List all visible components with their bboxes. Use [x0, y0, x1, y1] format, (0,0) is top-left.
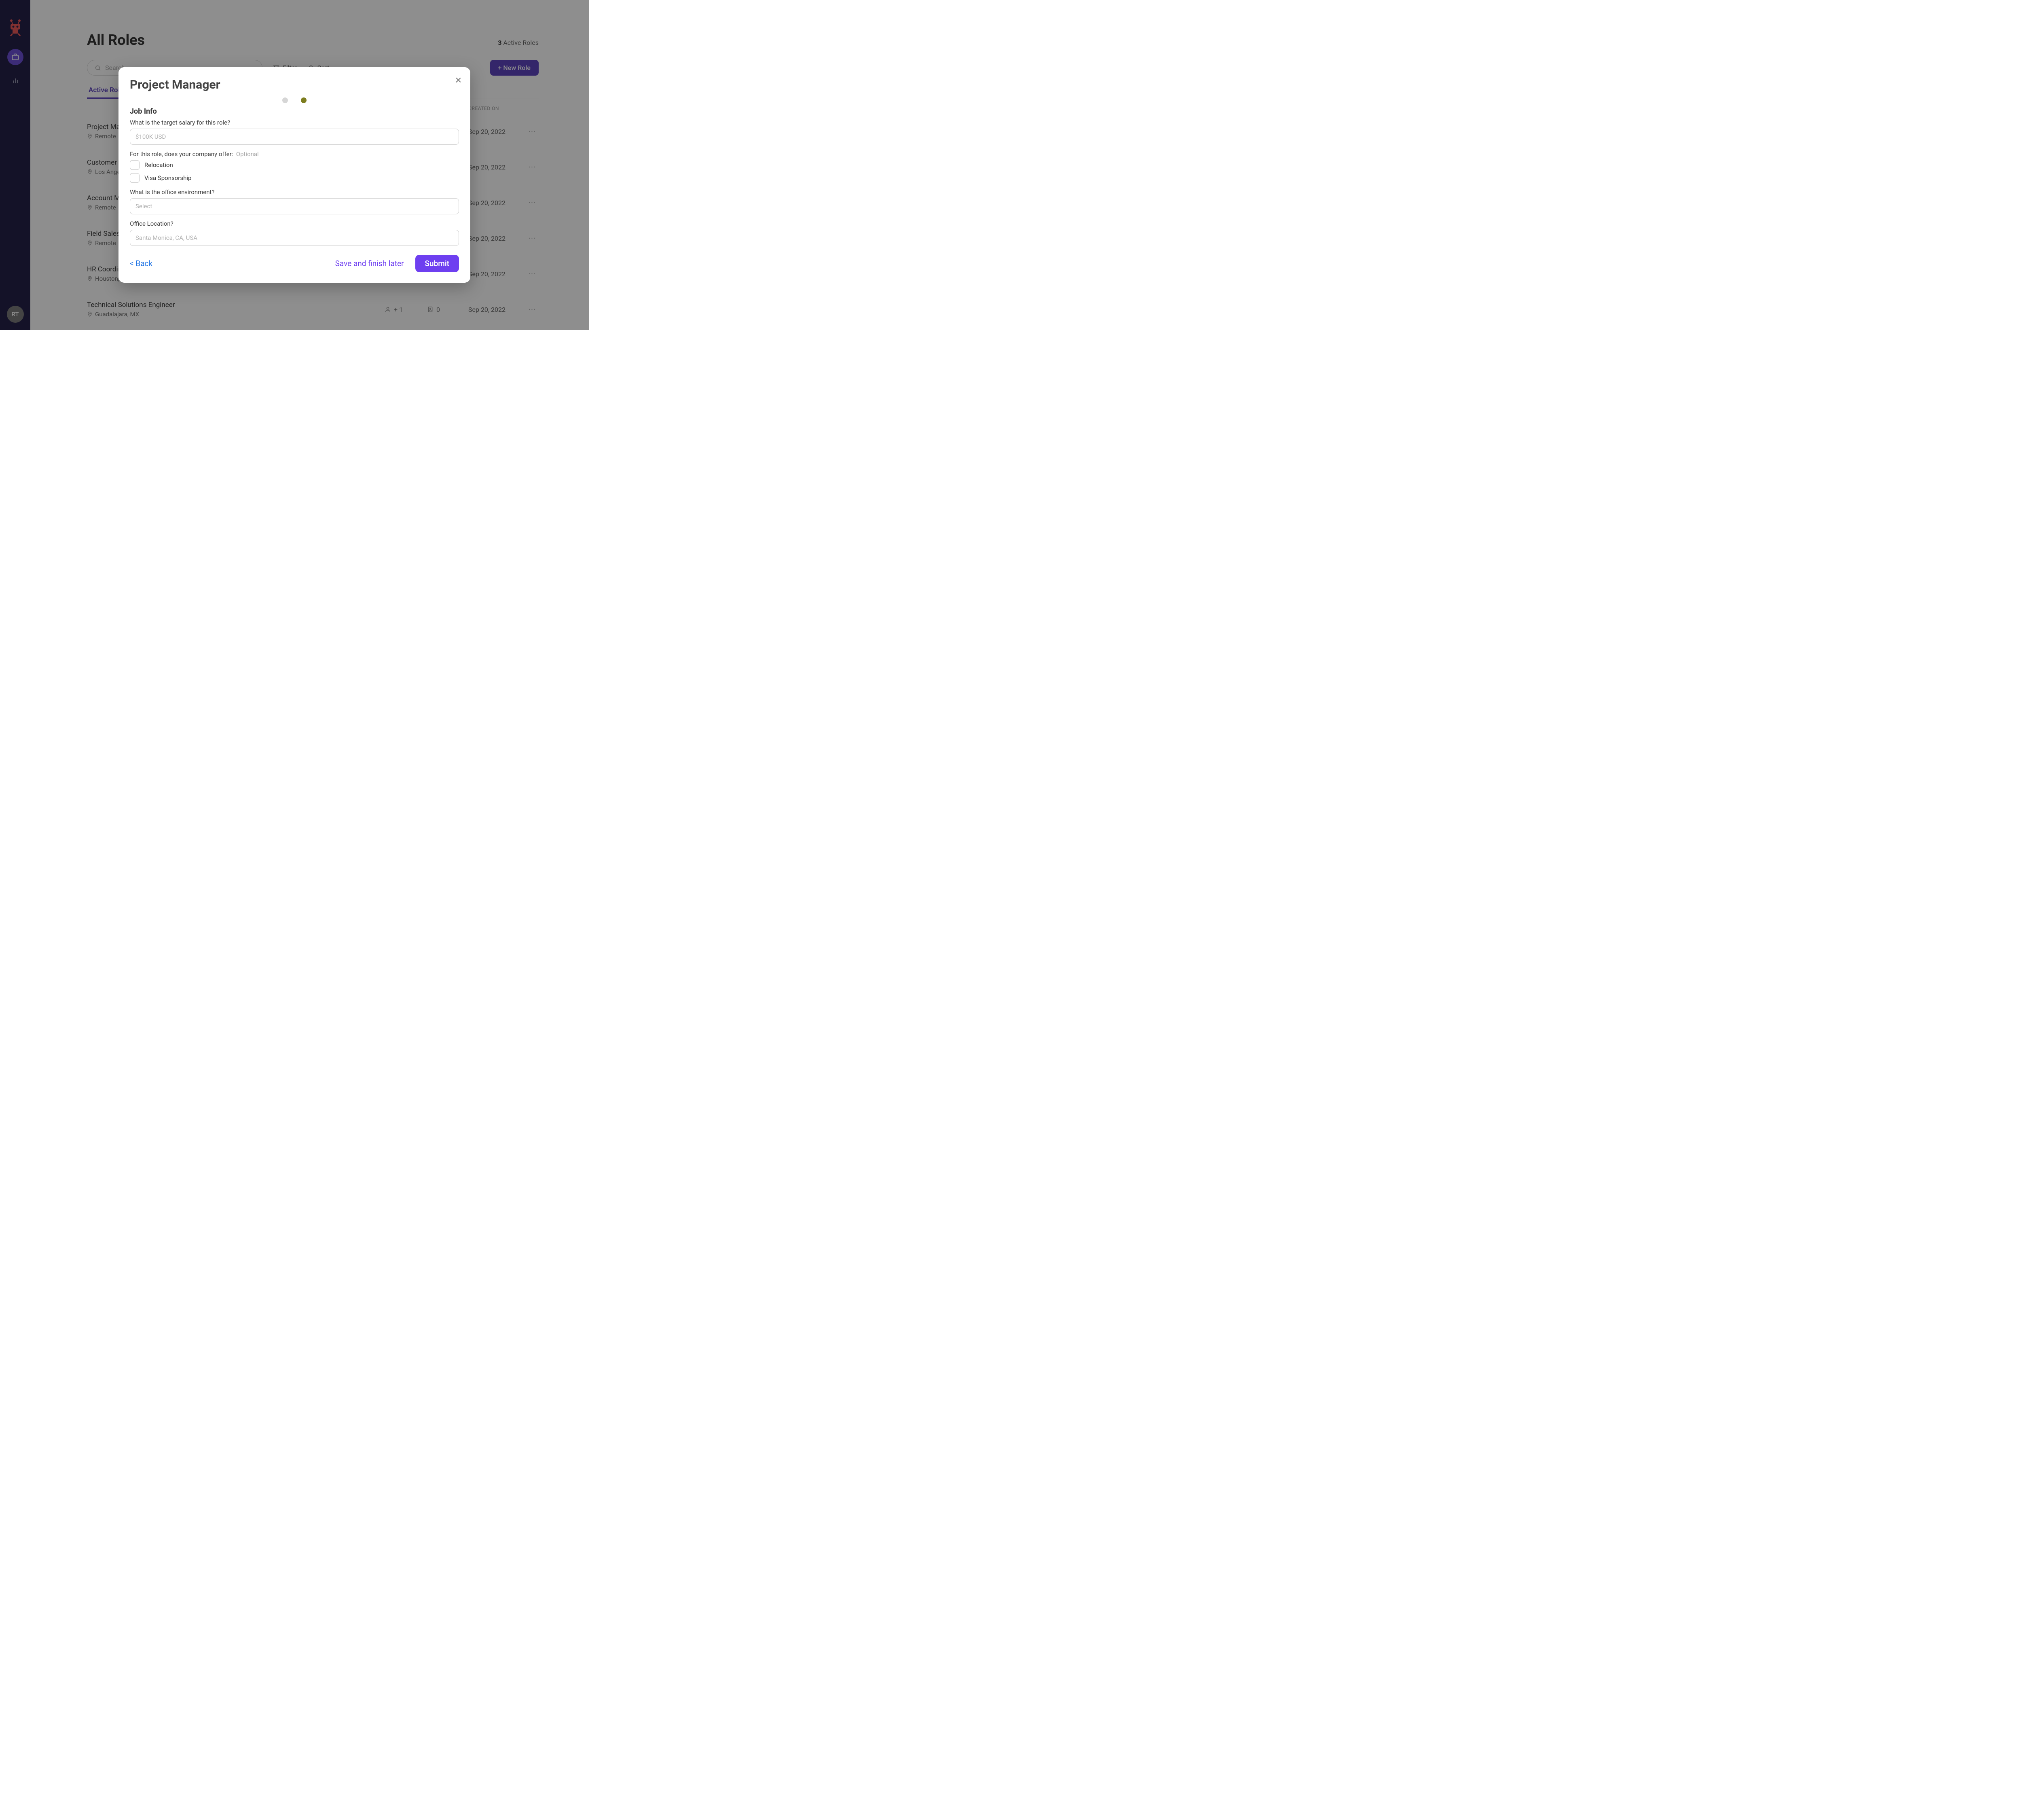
checkbox-relocation-row: Relocation — [130, 160, 459, 170]
checkbox-visa[interactable] — [130, 173, 140, 183]
label-offers: For this role, does your company offer: … — [130, 150, 459, 158]
location-input[interactable] — [130, 230, 459, 246]
step-dot-2[interactable] — [301, 97, 307, 103]
role-wizard-modal: × Project Manager Job Info What is the t… — [118, 67, 470, 283]
submit-button[interactable]: Submit — [415, 255, 459, 272]
checkbox-relocation-label: Relocation — [144, 161, 173, 169]
label-location: Office Location? — [130, 220, 459, 227]
modal-footer: < Back Save and finish later Submit — [130, 255, 459, 272]
modal-title: Project Manager — [130, 78, 459, 92]
checkbox-relocation[interactable] — [130, 160, 140, 170]
save-later-button[interactable]: Save and finish later — [335, 259, 404, 268]
modal-overlay[interactable]: × Project Manager Job Info What is the t… — [0, 0, 589, 330]
close-button[interactable]: × — [455, 74, 461, 86]
label-environment: What is the office environment? — [130, 188, 459, 196]
label-salary: What is the target salary for this role? — [130, 119, 459, 126]
salary-input[interactable] — [130, 129, 459, 145]
section-title: Job Info — [130, 107, 459, 116]
step-dot-1[interactable] — [282, 97, 288, 103]
checkbox-visa-row: Visa Sponsorship — [130, 173, 459, 183]
close-icon: × — [455, 73, 461, 87]
environment-select[interactable]: Select — [130, 198, 459, 214]
back-button[interactable]: < Back — [130, 259, 152, 268]
checkbox-visa-label: Visa Sponsorship — [144, 174, 191, 182]
step-indicator — [130, 97, 459, 103]
